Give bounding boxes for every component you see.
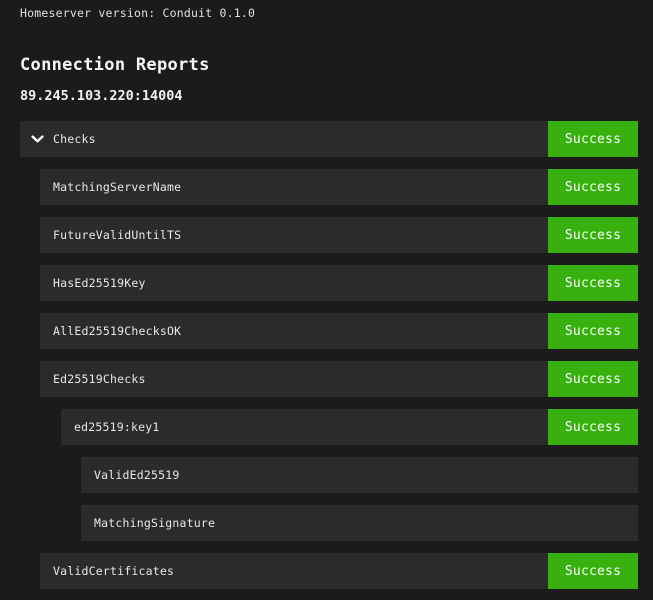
status-badge: Success xyxy=(548,553,638,589)
report-row: MatchingServerName Success xyxy=(40,169,638,205)
status-badge: Success xyxy=(548,121,638,157)
report-row: AllEd25519ChecksOK Success xyxy=(40,313,638,349)
status-badge: Success xyxy=(548,361,638,397)
report-row: ValidEd25519 xyxy=(81,457,638,493)
check-name: ed25519:key1 xyxy=(74,420,159,434)
check-name: Ed25519Checks xyxy=(53,372,146,386)
check-name: FutureValidUntilTS xyxy=(53,228,181,242)
status-badge: Success xyxy=(548,169,638,205)
report-row: MatchingSignature xyxy=(81,505,638,541)
connection-report-page: Homeserver version: Conduit 0.1.0 Connec… xyxy=(0,0,653,600)
page-title: Connection Reports xyxy=(20,55,638,75)
status-badge: Success xyxy=(548,313,638,349)
status-badge: Success xyxy=(548,265,638,301)
check-name: ValidEd25519 xyxy=(94,468,179,482)
server-address: 89.245.103.220:14004 xyxy=(20,89,638,103)
check-name: ValidCertificates xyxy=(53,564,174,578)
status-badge: Success xyxy=(548,217,638,253)
check-name: MatchingServerName xyxy=(53,180,181,194)
homeserver-version: Homeserver version: Conduit 0.1.0 xyxy=(20,7,638,19)
status-badge: Success xyxy=(548,409,638,445)
check-name: Checks xyxy=(53,132,96,146)
report-row: HasEd25519Key Success xyxy=(40,265,638,301)
report-list: ChecksSuccessMatchingServerNameSuccessFu… xyxy=(20,121,638,589)
check-name: AllEd25519ChecksOK xyxy=(53,324,181,338)
report-row[interactable]: Checks Success xyxy=(20,121,638,157)
report-row: FutureValidUntilTS Success xyxy=(40,217,638,253)
report-row: ValidCertificates Success xyxy=(40,553,638,589)
report-row: Ed25519Checks Success xyxy=(40,361,638,397)
chevron-down-icon[interactable] xyxy=(31,135,44,144)
check-name: HasEd25519Key xyxy=(53,276,146,290)
report-row: ed25519:key1 Success xyxy=(61,409,638,445)
check-name: MatchingSignature xyxy=(94,516,215,530)
